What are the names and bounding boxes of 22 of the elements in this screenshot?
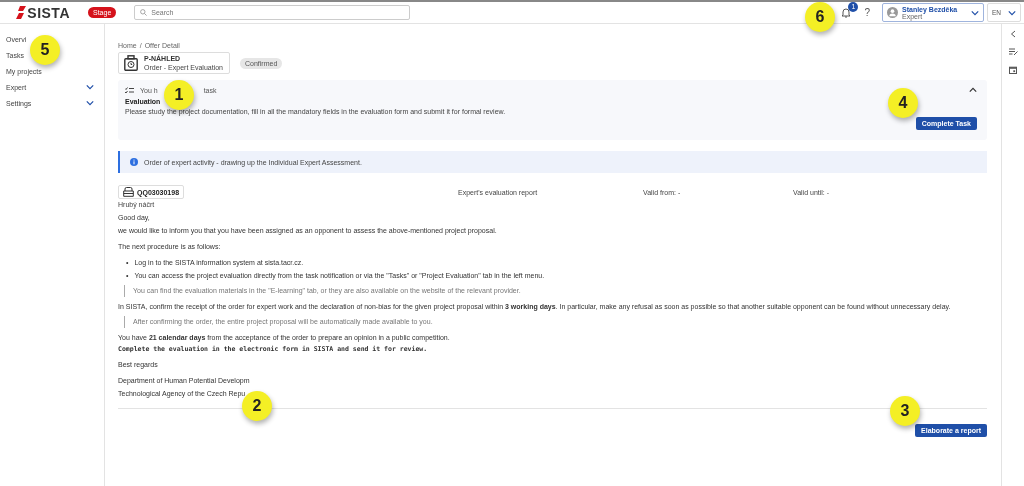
logo-mark-icon [16, 6, 27, 19]
calendar-icon[interactable] [1009, 66, 1017, 74]
search-icon [140, 9, 148, 16]
archive-icon [123, 187, 134, 197]
checklist-icon [125, 87, 134, 94]
chevron-down-icon [86, 84, 94, 90]
clock-briefcase-icon [124, 55, 138, 71]
caret-up-icon [969, 87, 977, 93]
callout-marker: 6 [805, 2, 835, 32]
chevron-down-icon [971, 9, 979, 16]
info-icon [130, 158, 138, 166]
logo[interactable]: SISTA [0, 4, 70, 21]
collapse-icon[interactable] [1010, 30, 1016, 38]
bell-icon[interactable] [840, 6, 853, 19]
help-button[interactable]: ? [864, 7, 870, 18]
chevron-down-icon [86, 100, 94, 106]
avatar-icon [887, 7, 898, 18]
chevron-down-icon [1008, 9, 1016, 16]
callout-marker: 3 [890, 396, 920, 426]
edit-list-icon[interactable] [1008, 48, 1018, 56]
logo-text: SISTA [27, 4, 70, 21]
callout-marker: 5 [30, 35, 60, 65]
